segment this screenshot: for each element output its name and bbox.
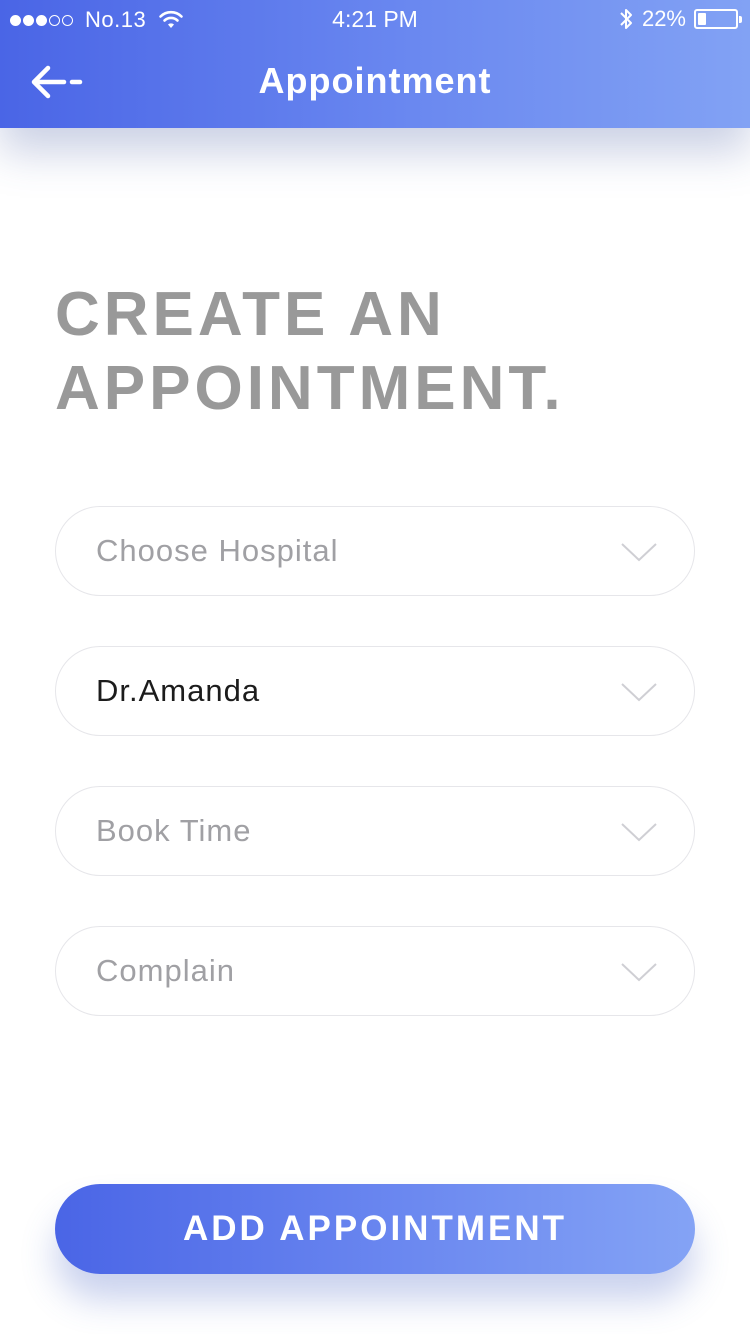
chevron-down-icon [621, 683, 657, 702]
form-heading: CREATE AN APPOINTMENT. [55, 278, 695, 426]
page-title: Appointment [258, 60, 492, 101]
status-bar: No.13 4:21 PM 22% [0, 0, 750, 38]
battery-icon [694, 9, 742, 29]
doctor-select[interactable]: Dr.Amanda [55, 646, 695, 736]
hospital-placeholder: Choose Hospital [96, 533, 339, 568]
heading-line-2: APPOINTMENT. [55, 354, 565, 423]
bluetooth-icon [620, 9, 632, 29]
chevron-down-icon [621, 543, 657, 562]
complain-select[interactable]: Complain [55, 926, 695, 1016]
app-header: No.13 4:21 PM 22% Appointment [0, 0, 750, 128]
book-time-placeholder: Book Time [96, 813, 252, 848]
battery-percent: 22% [641, 6, 686, 31]
battery-fill [698, 13, 706, 25]
complain-placeholder: Complain [96, 953, 235, 988]
doctor-value: Dr.Amanda [96, 673, 261, 708]
heading-line-1: CREATE AN [55, 280, 446, 349]
chevron-down-icon [621, 963, 657, 982]
hospital-select[interactable]: Choose Hospital [55, 506, 695, 596]
book-time-select[interactable]: Book Time [55, 786, 695, 876]
add-appointment-button[interactable]: ADD APPOINTMENT [55, 1184, 695, 1274]
chevron-down-icon [621, 823, 657, 842]
status-right: 22% [618, 6, 742, 32]
